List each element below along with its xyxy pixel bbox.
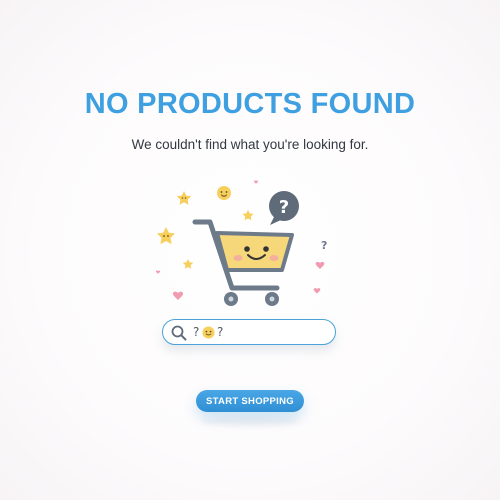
- search-query-prefix: ?: [193, 325, 200, 339]
- search-icon: [171, 325, 187, 341]
- search-input[interactable]: ? ?: [162, 319, 336, 345]
- smiley-face-icon: [217, 186, 231, 200]
- question-mark-icon: ?: [321, 239, 327, 252]
- search-query-suffix: ?: [217, 325, 224, 339]
- empty-cart-illustration: ? ?: [155, 180, 327, 306]
- empty-state-page: NO PRODUCTS FOUND We couldn't find what …: [0, 0, 500, 500]
- question-bubble-icon: ?: [269, 191, 299, 225]
- svg-text:?: ?: [279, 197, 289, 218]
- shopping-cart-icon: [192, 219, 294, 306]
- smiley-face-icon: [202, 326, 215, 339]
- page-title: NO PRODUCTS FOUND: [84, 88, 416, 120]
- button-shadow: [200, 416, 300, 426]
- start-shopping-button[interactable]: START SHOPPING: [196, 390, 304, 412]
- empty-state-message: We couldn't find what you're looking for…: [131, 137, 369, 152]
